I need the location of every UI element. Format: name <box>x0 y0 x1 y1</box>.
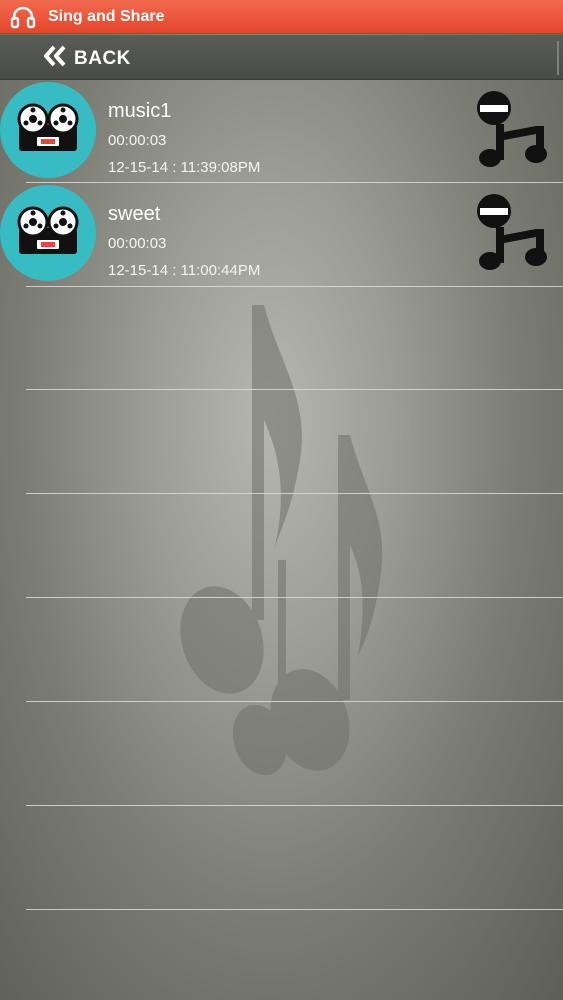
remove-music-icon[interactable] <box>472 193 552 271</box>
recordings-list: music1 00:00:03 12-15-14 : 11:39:08PM sw… <box>0 80 563 286</box>
reel-to-reel-tape-icon <box>17 103 79 158</box>
row-divider <box>26 286 563 287</box>
row-divider <box>26 493 563 494</box>
recording-timestamp: 12-15-14 : 11:39:08PM <box>108 159 261 176</box>
row-divider <box>26 389 563 390</box>
row-divider <box>26 909 563 910</box>
recording-name: sweet <box>108 203 161 225</box>
recording-name: music1 <box>108 100 172 122</box>
double-chevron-left-icon <box>42 44 68 73</box>
headphones-icon <box>10 4 40 30</box>
back-button[interactable]: BACK <box>42 44 131 73</box>
row-divider <box>26 597 563 598</box>
row-divider <box>26 805 563 806</box>
list-item[interactable]: music1 00:00:03 12-15-14 : 11:39:08PM <box>0 80 563 183</box>
recording-duration: 00:00:03 <box>108 132 167 149</box>
navbar-edge <box>557 41 559 75</box>
recording-duration: 00:00:03 <box>108 235 167 252</box>
remove-music-icon[interactable] <box>472 90 552 168</box>
app-title-bar: Sing and Share <box>0 0 563 34</box>
music-note-watermark-icon <box>180 305 383 776</box>
app-title: Sing and Share <box>48 7 165 25</box>
reel-to-reel-tape-icon <box>17 206 79 261</box>
row-divider <box>26 701 563 702</box>
avatar <box>0 185 96 281</box>
row-divider <box>26 182 563 183</box>
list-item[interactable]: sweet 00:00:03 12-15-14 : 11:00:44PM <box>0 183 563 286</box>
recording-timestamp: 12-15-14 : 11:00:44PM <box>108 262 261 279</box>
navigation-bar: BACK <box>0 35 563 80</box>
back-label: BACK <box>74 47 131 69</box>
avatar <box>0 82 96 178</box>
